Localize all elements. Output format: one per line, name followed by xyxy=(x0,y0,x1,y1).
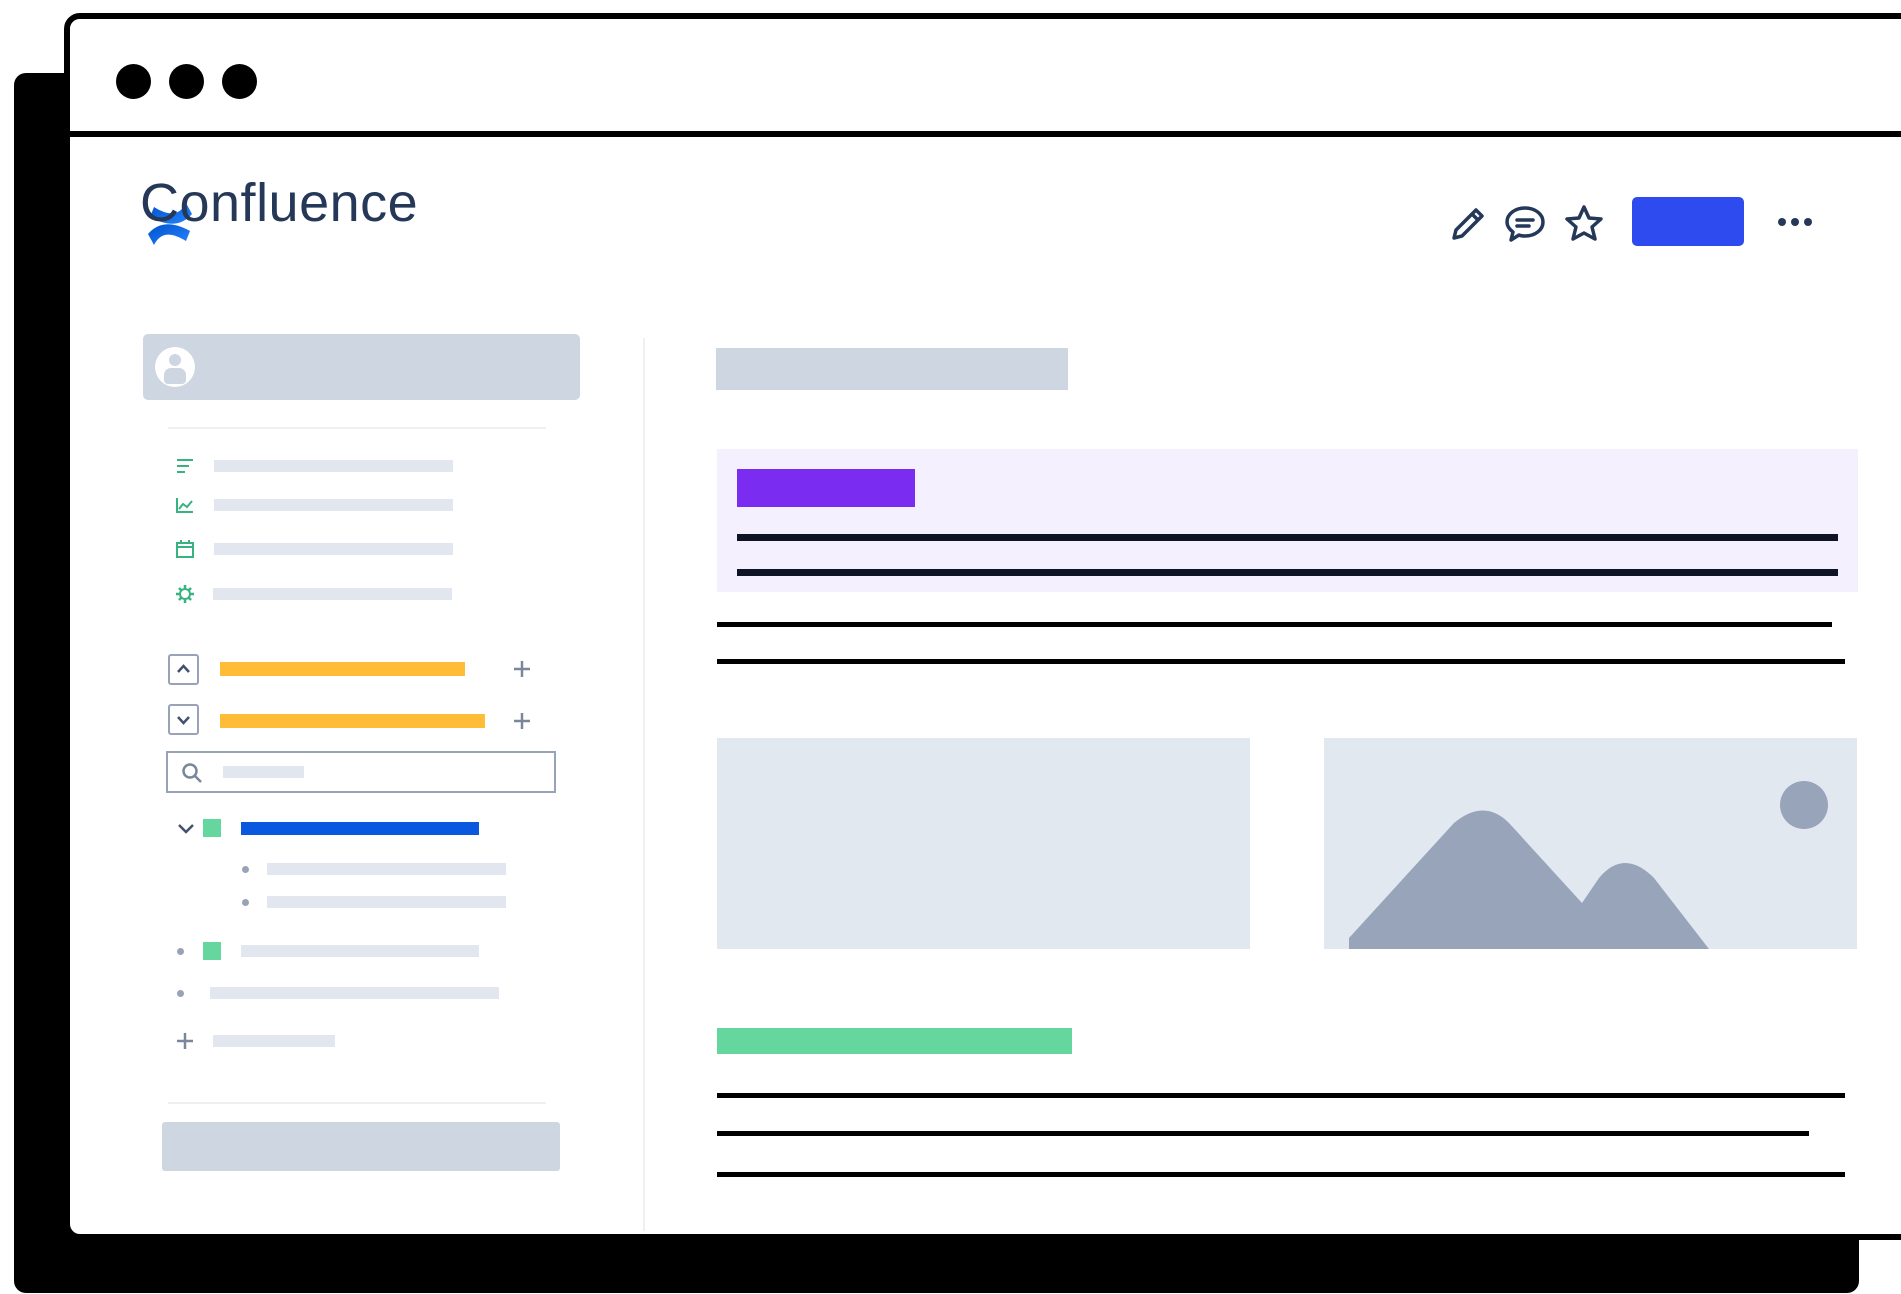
page-title xyxy=(716,348,1068,390)
search-placeholder xyxy=(223,766,304,778)
gear-icon xyxy=(175,584,195,604)
app-name: Confluence xyxy=(140,173,419,233)
page-tree-item-active[interactable] xyxy=(241,822,479,835)
search-icon xyxy=(180,761,204,785)
more-horizontal-icon[interactable] xyxy=(1770,203,1820,241)
page-tree-child-item[interactable] xyxy=(267,863,506,875)
paragraph-line xyxy=(717,1131,1809,1136)
chevron-down-icon[interactable] xyxy=(175,818,197,840)
media-placeholder xyxy=(717,738,1250,949)
image-placeholder xyxy=(1324,738,1857,949)
paragraph-line xyxy=(717,622,1832,627)
create-item-label[interactable] xyxy=(213,1035,335,1047)
bullet-icon xyxy=(242,866,249,873)
sidebar-item-calendars[interactable] xyxy=(214,543,453,555)
expand-button[interactable] xyxy=(168,704,199,735)
bullet-icon xyxy=(177,948,184,955)
bullet-icon xyxy=(177,990,184,997)
page-tree-item[interactable] xyxy=(210,987,499,999)
search-input[interactable] xyxy=(166,751,556,793)
add-shortcut-icon[interactable] xyxy=(511,658,533,680)
add-page-icon[interactable] xyxy=(511,710,533,732)
sidebar-item-analytics[interactable] xyxy=(214,499,453,511)
paragraph-line xyxy=(717,1093,1845,1098)
paragraph-line xyxy=(717,1172,1845,1177)
star-icon[interactable] xyxy=(1562,202,1606,246)
panel-title xyxy=(737,469,915,507)
info-panel xyxy=(717,449,1858,592)
collapse-button[interactable] xyxy=(168,654,199,685)
sidebar-divider xyxy=(168,1102,546,1104)
pencil-icon[interactable] xyxy=(1446,202,1490,246)
paragraph-line xyxy=(717,659,1845,664)
sidebar-item-overview[interactable] xyxy=(214,460,453,472)
panel-text-line xyxy=(737,569,1838,576)
page-tree-child-item[interactable] xyxy=(267,896,506,908)
chevron-down-icon xyxy=(177,716,190,725)
bullet-icon xyxy=(242,899,249,906)
sidebar-divider xyxy=(168,427,546,429)
calendar-icon xyxy=(175,539,195,559)
page-icon xyxy=(203,942,221,960)
avatar xyxy=(155,347,195,387)
panel-text-line xyxy=(737,534,1838,541)
window-dot-maximize[interactable] xyxy=(222,64,257,99)
sidebar-section-shortcuts[interactable] xyxy=(220,662,465,676)
chart-icon xyxy=(175,495,195,515)
space-profile[interactable] xyxy=(143,334,580,400)
sidebar-content-divider xyxy=(643,338,645,1231)
add-item-icon[interactable] xyxy=(174,1030,196,1052)
chevron-up-icon xyxy=(177,664,190,673)
comment-icon[interactable] xyxy=(1503,202,1547,246)
sidebar-item-settings[interactable] xyxy=(213,588,452,600)
list-icon xyxy=(175,456,195,476)
window-dot-close[interactable] xyxy=(116,64,151,99)
sidebar-footer-button[interactable] xyxy=(162,1122,560,1171)
window-dot-minimize[interactable] xyxy=(169,64,204,99)
primary-action-button[interactable] xyxy=(1632,197,1744,246)
sidebar-section-pages[interactable] xyxy=(220,714,485,728)
page-tree-item[interactable] xyxy=(241,945,479,957)
section-heading xyxy=(717,1028,1072,1054)
window-titlebar xyxy=(70,19,1901,137)
image-icon xyxy=(1349,781,1828,949)
page-icon xyxy=(203,819,221,837)
